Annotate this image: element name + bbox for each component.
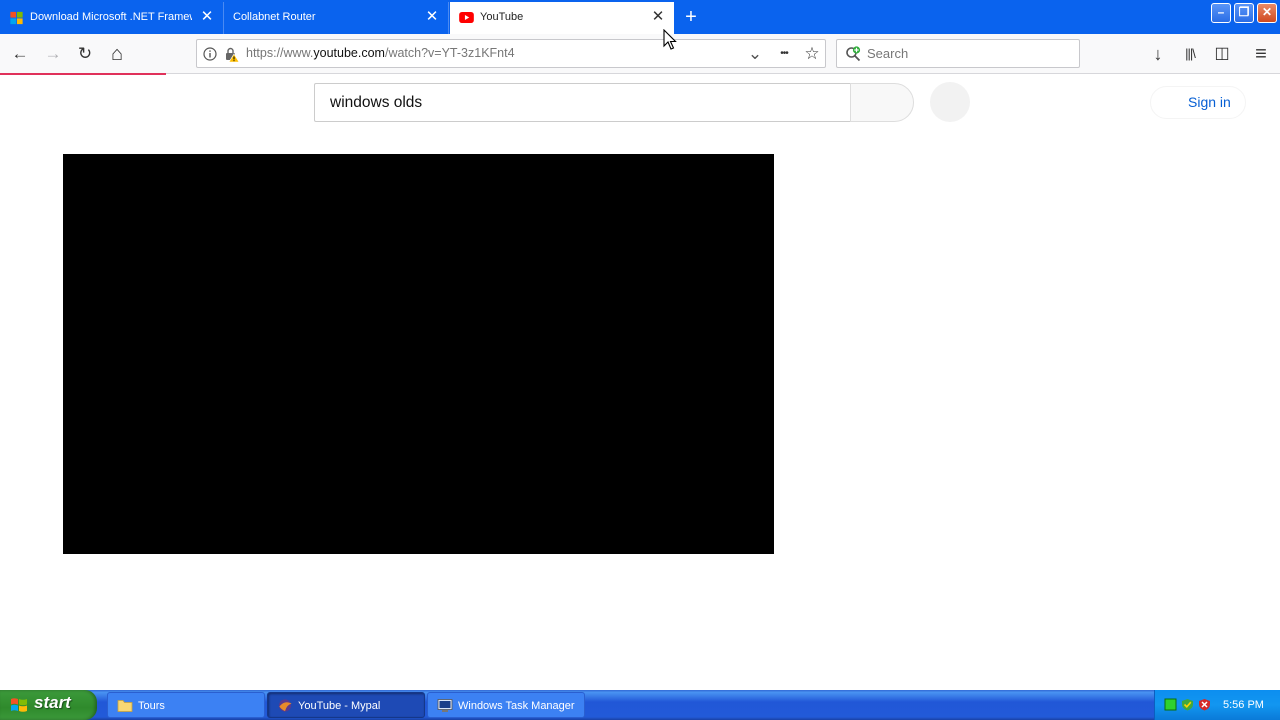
tab-close-icon[interactable]: ✕ bbox=[199, 2, 215, 32]
tab-close-icon[interactable]: ✕ bbox=[650, 2, 666, 32]
start-label: start bbox=[34, 693, 71, 712]
new-tab-button[interactable]: + bbox=[680, 4, 702, 30]
restore-button[interactable]: ❐ bbox=[1234, 3, 1254, 23]
tab-bar: Download Microsoft .NET Framew ✕ Collabn… bbox=[0, 0, 1280, 34]
sign-in-button[interactable]: Sign in bbox=[1150, 86, 1246, 119]
url-path: /watch?v=YT-3z1KFnt4 bbox=[384, 46, 515, 60]
page-load-progress-bar bbox=[0, 73, 166, 75]
reload-button[interactable]: ↻ bbox=[71, 40, 99, 68]
url-host: youtube.com bbox=[313, 46, 385, 60]
tab-title: Collabnet Router bbox=[233, 11, 316, 23]
browser-search-bar[interactable] bbox=[836, 39, 1080, 68]
clock[interactable]: 5:56 PM bbox=[1223, 690, 1264, 720]
url-bar[interactable]: https://www.youtube.com/watch?v=YT-3z1KF… bbox=[196, 39, 826, 68]
antivirus-icon[interactable] bbox=[1198, 698, 1211, 711]
insecure-lock-icon[interactable] bbox=[223, 46, 239, 62]
close-window-button[interactable]: ✕ bbox=[1257, 3, 1277, 23]
url-dropdown-icon[interactable]: ⌄ bbox=[745, 40, 765, 67]
menu-icon[interactable]: ≡ bbox=[1247, 40, 1275, 68]
back-button[interactable]: ← bbox=[6, 40, 34, 68]
browser-search-input[interactable] bbox=[867, 43, 1067, 64]
taskbar: start Tours YouTube - Mypal Windows Task… bbox=[0, 690, 1280, 720]
minimize-button[interactable]: – bbox=[1211, 3, 1231, 23]
folder-icon bbox=[117, 700, 133, 712]
navigation-toolbar: ← → ↻ ⌂ https://www.youtube.com/watch?v=… bbox=[0, 34, 1280, 74]
downloads-icon[interactable]: ↓ bbox=[1144, 40, 1172, 68]
task-manager-icon bbox=[437, 699, 453, 712]
youtube-search-button[interactable] bbox=[850, 83, 914, 122]
sidebar-icon[interactable]: ◫ bbox=[1208, 40, 1236, 68]
system-tray: 5:56 PM bbox=[1154, 690, 1280, 720]
home-button[interactable]: ⌂ bbox=[103, 40, 131, 68]
video-player[interactable] bbox=[63, 154, 774, 554]
start-button[interactable]: start bbox=[0, 690, 97, 720]
taskbar-item-task-manager[interactable]: Windows Task Manager bbox=[427, 692, 585, 718]
url-text[interactable]: https://www.youtube.com/watch?v=YT-3z1KF… bbox=[246, 40, 515, 67]
tab-collabnet-router[interactable]: Collabnet Router ✕ bbox=[224, 2, 449, 34]
taskbar-item-tours[interactable]: Tours bbox=[107, 692, 265, 718]
network-icon[interactable] bbox=[1164, 698, 1177, 711]
taskbar-item-youtube-mypal[interactable]: YouTube - Mypal bbox=[267, 692, 425, 718]
url-prefix: https://www. bbox=[246, 46, 314, 60]
mouse-cursor-icon bbox=[663, 29, 677, 50]
tab-title: YouTube bbox=[480, 11, 524, 23]
windows-flag-icon bbox=[11, 698, 27, 712]
search-icon bbox=[846, 46, 861, 62]
taskbar-item-label: Windows Task Manager bbox=[458, 700, 575, 712]
tab-youtube[interactable]: YouTube ✕ bbox=[450, 2, 674, 34]
tab-close-icon[interactable]: ✕ bbox=[424, 2, 440, 32]
page-actions-icon[interactable]: ••• bbox=[773, 40, 795, 67]
mypal-icon bbox=[278, 699, 292, 712]
taskbar-item-label: YouTube - Mypal bbox=[298, 700, 381, 712]
tab-title: Download Microsoft .NET Framew bbox=[30, 11, 192, 23]
info-icon[interactable] bbox=[203, 47, 217, 61]
voice-search-button[interactable] bbox=[930, 82, 970, 122]
taskbar-item-label: Tours bbox=[138, 700, 165, 712]
forward-button[interactable]: → bbox=[39, 40, 67, 68]
youtube-icon bbox=[459, 12, 474, 23]
library-icon[interactable]: |||\ bbox=[1176, 40, 1204, 68]
tab-dotnet-download[interactable]: Download Microsoft .NET Framew ✕ bbox=[0, 2, 224, 34]
security-shield-icon[interactable] bbox=[1181, 698, 1194, 711]
youtube-search-input[interactable]: windows olds bbox=[314, 83, 851, 122]
bookmark-star-icon[interactable]: ☆ bbox=[801, 40, 823, 67]
windows-logo-icon bbox=[10, 11, 23, 25]
